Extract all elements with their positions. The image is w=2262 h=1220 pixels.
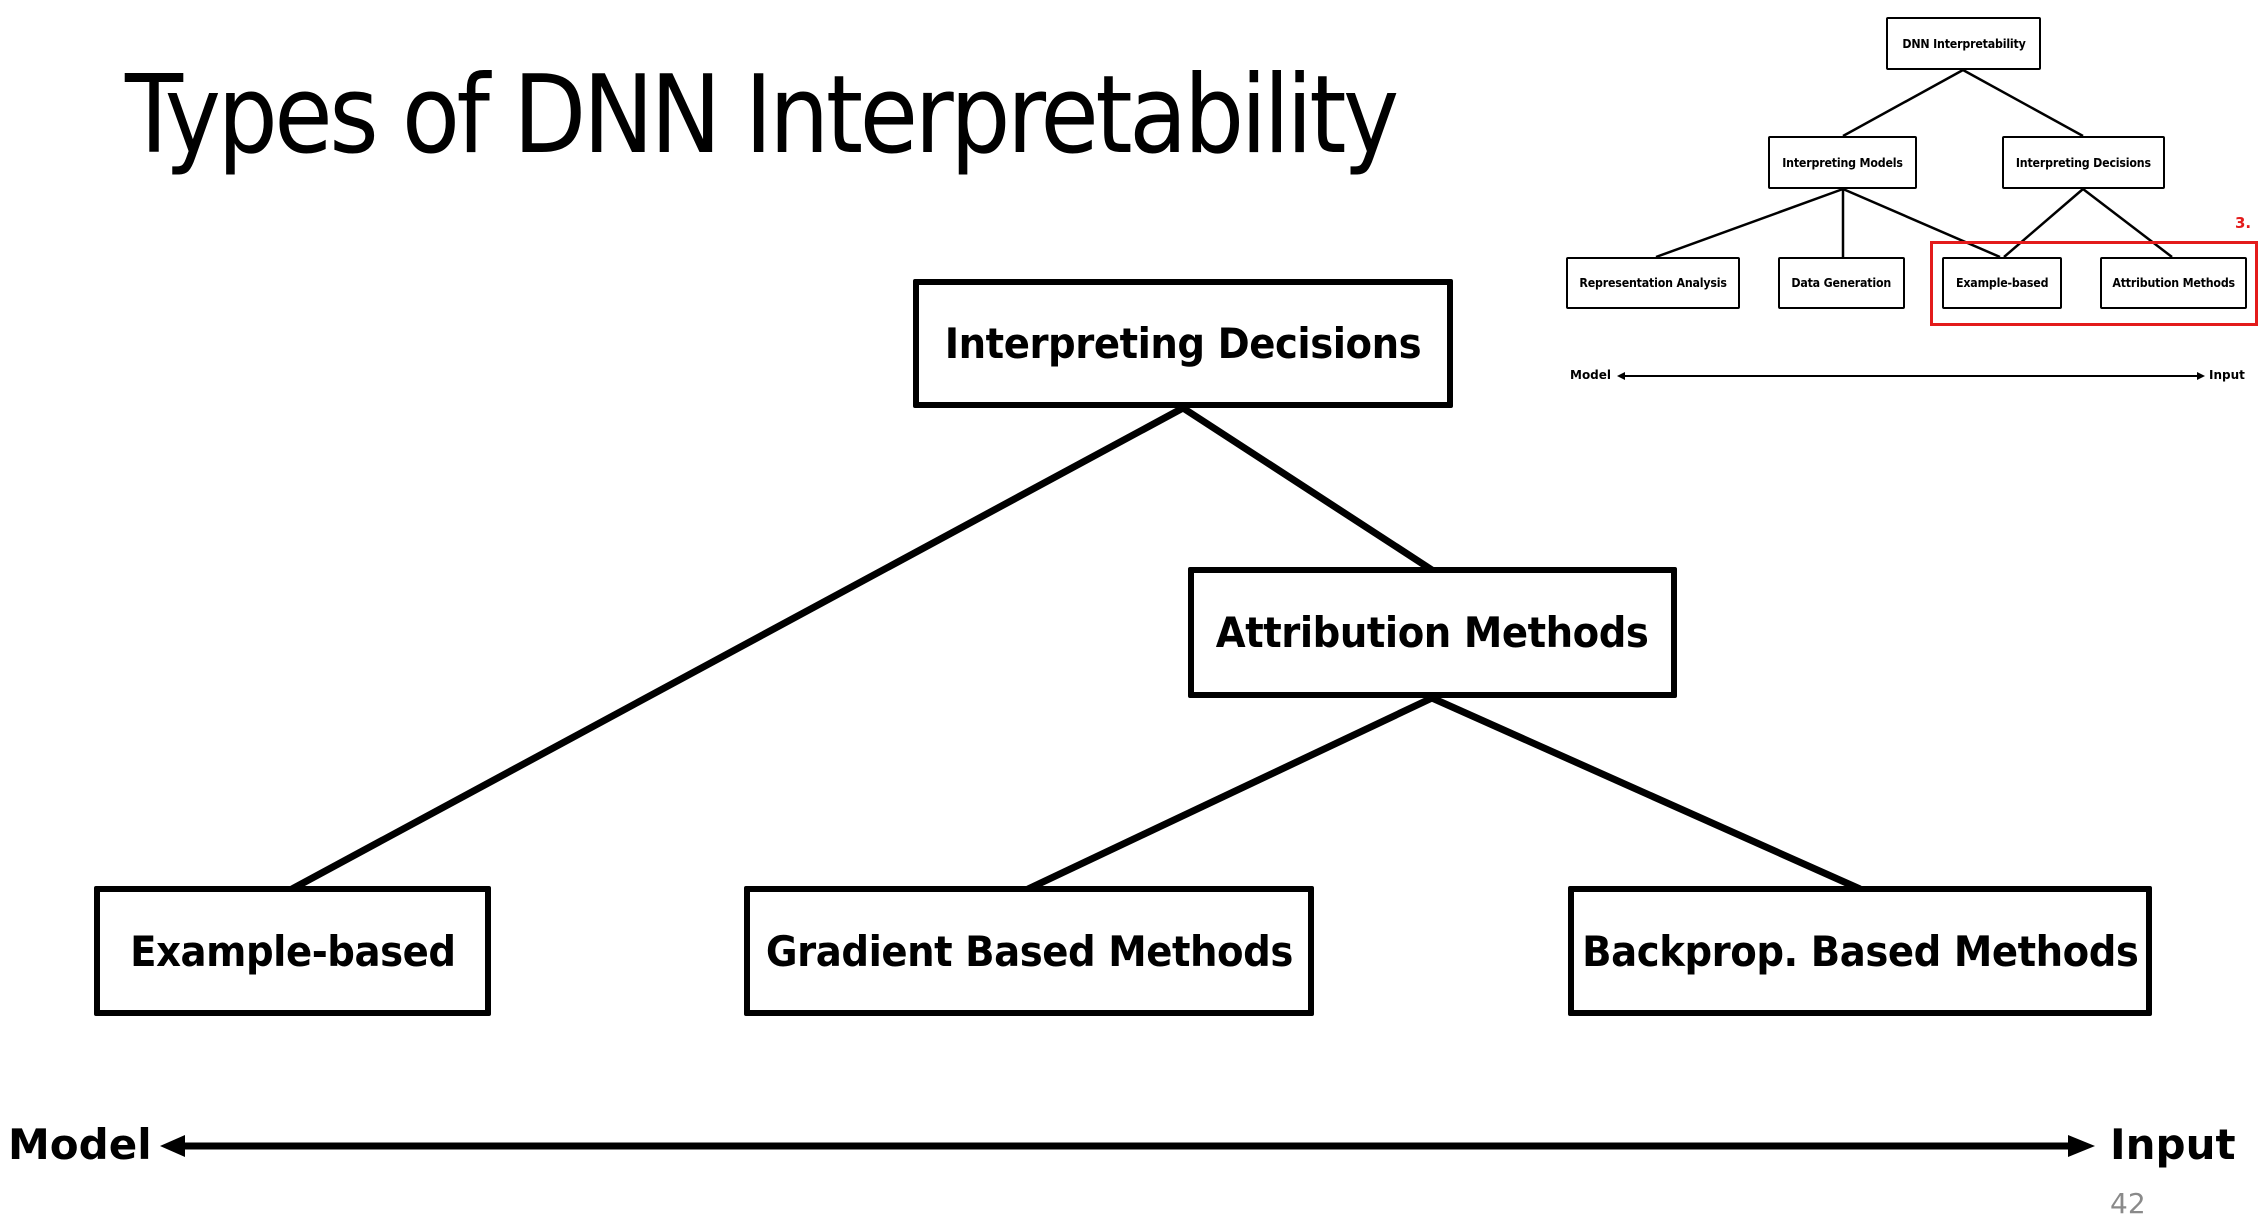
- axis-label-model: Model: [8, 1120, 152, 1169]
- thumb-axis-label-input: Input: [2209, 368, 2245, 382]
- thumb-node-representation-analysis: Representation Analysis: [1566, 257, 1740, 309]
- node-attribution-methods-label: Attribution Methods: [1216, 608, 1649, 657]
- thumb-node-data-generation-label: Data Generation: [1791, 276, 1892, 290]
- thumb-highlight-box: [1930, 241, 2258, 326]
- axis-label-input: Input: [2110, 1120, 2236, 1169]
- thumb-axis-label-model: Model: [1570, 368, 1612, 382]
- node-backprop-based-methods: Backprop. Based Methods: [1568, 886, 2152, 1016]
- edge-attribution-to-gradient: [1026, 694, 1434, 893]
- edge-attribution-to-backprop: [1430, 694, 1862, 893]
- thumb-axis-arrowhead-right-icon: [2197, 372, 2205, 380]
- thumb-node-dnn-interpretability: DNN Interpretability: [1886, 17, 2041, 70]
- node-gradient-based-methods-label: Gradient Based Methods: [765, 926, 1293, 976]
- page-number: 42: [2110, 1187, 2146, 1220]
- thumb-node-interpreting-models: Interpreting Models: [1768, 136, 1917, 189]
- node-interpreting-decisions-label: Interpreting Decisions: [944, 319, 1422, 368]
- thumb-edge-models-to-representation: [1655, 187, 1844, 259]
- thumb-node-interpreting-decisions: Interpreting Decisions: [2002, 136, 2165, 189]
- axis-arrowhead-right-icon: [2068, 1135, 2095, 1157]
- node-attribution-methods: Attribution Methods: [1188, 567, 1677, 698]
- axis-arrowhead-left-icon: [160, 1135, 185, 1157]
- thumb-node-interpreting-decisions-label: Interpreting Decisions: [2015, 155, 2151, 170]
- edge-decisions-to-attribution: [1181, 405, 1434, 573]
- node-example-based: Example-based: [94, 886, 491, 1016]
- diagram-connectors: [160, 68, 2205, 1157]
- node-example-based-label: Example-based: [129, 926, 456, 976]
- thumb-axis-arrowhead-left-icon: [1617, 372, 1625, 380]
- node-interpreting-decisions: Interpreting Decisions: [913, 279, 1453, 408]
- thumb-node-representation-analysis-label: Representation Analysis: [1579, 276, 1727, 290]
- thumb-highlight-number: 3.: [2235, 214, 2252, 232]
- thumb-edge-root-to-decisions: [1962, 68, 2084, 138]
- thumb-node-dnn-interpretability-label: DNN Interpretability: [1901, 36, 2026, 51]
- thumb-node-interpreting-models-label: Interpreting Models: [1782, 155, 1903, 170]
- thumb-edge-root-to-models: [1842, 68, 1964, 138]
- edge-decisions-to-example: [290, 404, 1185, 893]
- thumb-node-data-generation: Data Generation: [1778, 257, 1905, 309]
- node-gradient-based-methods: Gradient Based Methods: [744, 886, 1314, 1016]
- node-backprop-based-methods-label: Backprop. Based Methods: [1581, 926, 2139, 976]
